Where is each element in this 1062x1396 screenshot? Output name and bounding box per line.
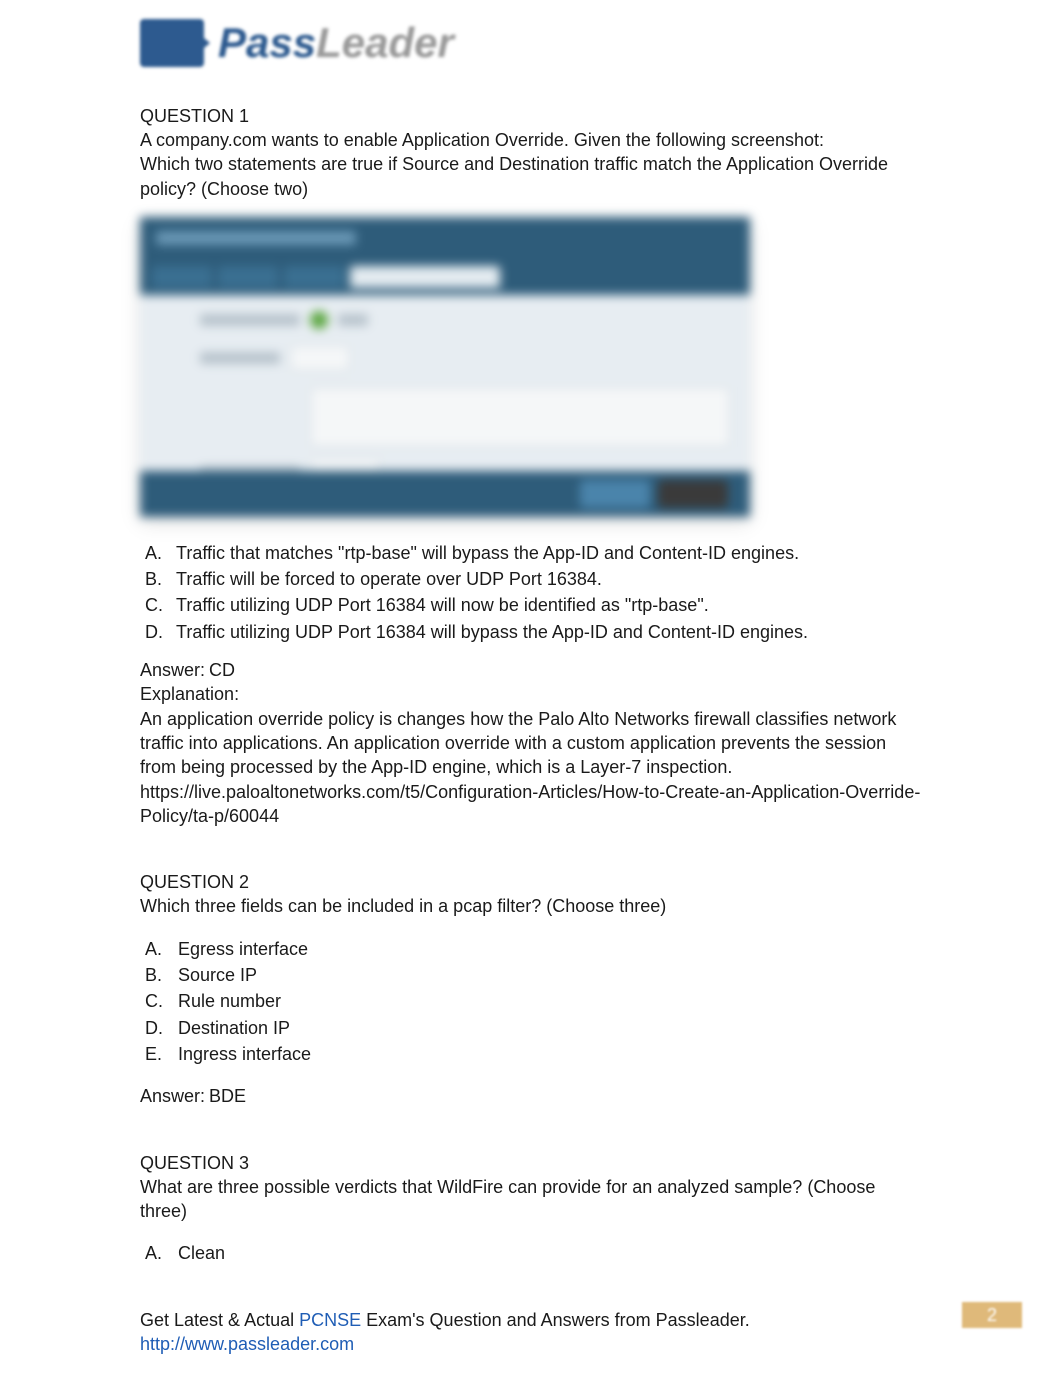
footer-link[interactable]: http://www.passleader.com (140, 1332, 922, 1356)
option-d-text: Traffic utilizing UDP Port 16384 will by… (176, 620, 808, 644)
logo-text: PassLeader (218, 15, 454, 72)
footer-text-line: Get Latest & Actual PCNSE Exam's Questio… (140, 1308, 922, 1332)
logo-pass: Pass (218, 19, 316, 66)
option-d-letter: D. (142, 1016, 168, 1040)
question-2-prompt: Which three fields can be included in a … (140, 894, 922, 918)
question-2-answer: Answer: BDE (140, 1084, 922, 1108)
question-1: QUESTION 1 A company.com wants to enable… (140, 104, 922, 828)
embedded-screenshot (140, 217, 750, 517)
explanation-text: An application override policy is change… (140, 707, 922, 780)
option-a-letter: A. (142, 1241, 168, 1265)
option-a-text: Clean (178, 1241, 225, 1265)
option-d: D. Destination IP (142, 1016, 922, 1040)
option-a: A. Egress interface (142, 937, 922, 961)
answer-label: Answer: (140, 658, 204, 682)
question-3-prompt: What are three possible verdicts that Wi… (140, 1175, 922, 1224)
option-a-letter: A. (142, 541, 166, 565)
answer-value: BDE (209, 1086, 246, 1106)
option-b-text: Traffic will be forced to operate over U… (176, 567, 602, 591)
question-3-options: A. Clean (142, 1241, 922, 1265)
answer-label: Answer: (140, 1084, 204, 1108)
question-2-options: A. Egress interface B. Source IP C. Rule… (142, 937, 922, 1066)
footer-exam-code: PCNSE (299, 1310, 361, 1330)
footer-pre: Get Latest & Actual (140, 1310, 299, 1330)
question-2: QUESTION 2 Which three fields can be inc… (140, 870, 922, 1108)
question-3-title: QUESTION 3 (140, 1151, 922, 1175)
logo-leader: Leader (316, 19, 454, 66)
option-b: B. Traffic will be forced to operate ove… (142, 567, 922, 591)
option-b-letter: B. (142, 567, 166, 591)
brand-logo: PassLeader (140, 15, 454, 72)
option-c: C. Traffic utilizing UDP Port 16384 will… (142, 593, 922, 617)
option-c-text: Traffic utilizing UDP Port 16384 will no… (176, 593, 709, 617)
option-a-text: Egress interface (178, 937, 308, 961)
option-a: A. Clean (142, 1241, 922, 1265)
option-c-letter: C. (142, 989, 168, 1013)
option-d-text: Destination IP (178, 1016, 290, 1040)
option-d-letter: D. (142, 620, 166, 644)
option-d: D. Traffic utilizing UDP Port 16384 will… (142, 620, 922, 644)
option-a-text: Traffic that matches "rtp-base" will byp… (176, 541, 799, 565)
cancel-button-placeholder (658, 480, 728, 508)
option-e-letter: E. (142, 1042, 168, 1066)
ok-button-placeholder (580, 480, 650, 508)
option-e: E. Ingress interface (142, 1042, 922, 1066)
question-1-options: A. Traffic that matches "rtp-base" will … (142, 541, 922, 644)
answer-value: CD (209, 660, 235, 680)
question-1-prompt-line2: Which two statements are true if Source … (140, 152, 922, 201)
option-c-text: Rule number (178, 989, 281, 1013)
status-dot-icon (310, 311, 328, 329)
footer-post: Exam's Question and Answers from Passlea… (361, 1310, 750, 1330)
option-c-letter: C. (142, 593, 166, 617)
option-b-text: Source IP (178, 963, 257, 987)
option-c: C. Rule number (142, 989, 922, 1013)
page-footer: Get Latest & Actual PCNSE Exam's Questio… (140, 1300, 922, 1357)
logo-mark-icon (140, 19, 204, 67)
question-2-title: QUESTION 2 (140, 870, 922, 894)
option-a-letter: A. (142, 937, 168, 961)
explanation-link: https://live.paloaltonetworks.com/t5/Con… (140, 780, 922, 829)
question-1-title: QUESTION 1 (140, 104, 922, 128)
option-a: A. Traffic that matches "rtp-base" will … (142, 541, 922, 565)
option-e-text: Ingress interface (178, 1042, 311, 1066)
question-1-prompt-line1: A company.com wants to enable Applicatio… (140, 128, 922, 152)
question-3: QUESTION 3 What are three possible verdi… (140, 1151, 922, 1266)
option-b-letter: B. (142, 963, 168, 987)
option-b: B. Source IP (142, 963, 922, 987)
question-1-answer: Answer: CD (140, 658, 922, 682)
explanation-label: Explanation: (140, 682, 922, 706)
page-number-badge: 2 (962, 1302, 1022, 1328)
